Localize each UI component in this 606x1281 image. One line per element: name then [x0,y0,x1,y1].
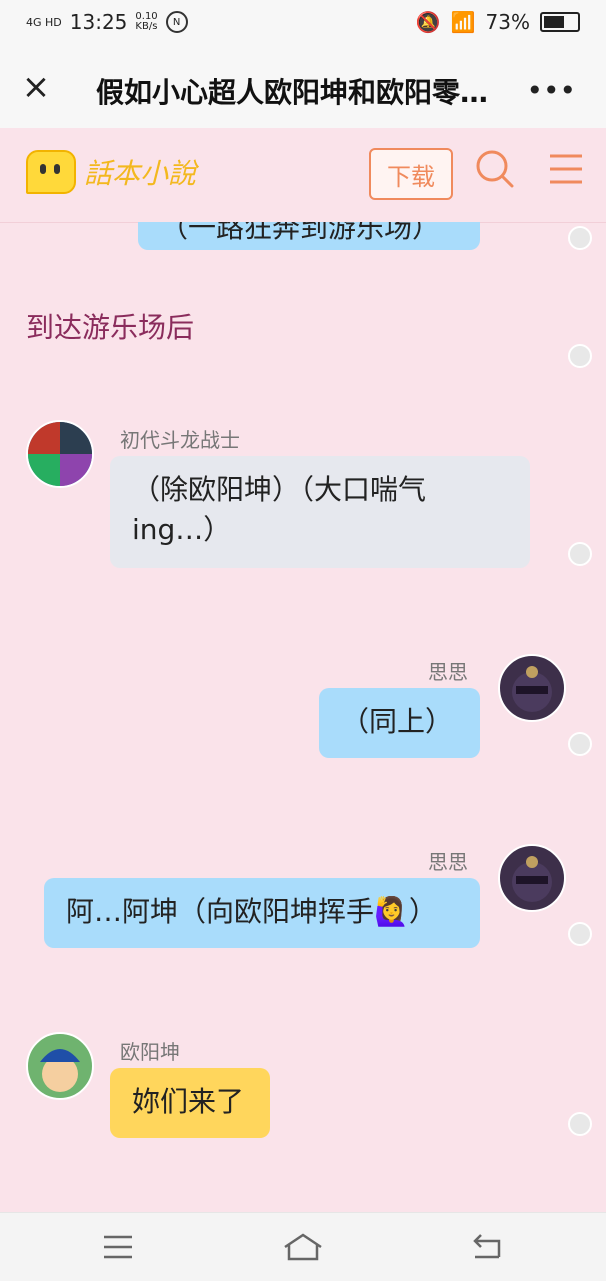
narration-text: 到达游乐场后 [26,311,195,344]
avatar[interactable] [498,844,566,912]
sender-name: 思思 [428,850,468,874]
site-logo[interactable]: 話本小說 [26,150,196,194]
avatar[interactable] [498,654,566,722]
wifi-icon: 📶 [450,10,476,34]
avatar-image [40,1049,80,1092]
logo-icon [26,150,76,194]
menu-nav-icon[interactable] [98,1231,138,1263]
logo-text: 話本小說 [84,157,197,190]
more-icon[interactable]: ••• [526,74,576,107]
chat-content[interactable]: （一路狂奔到游乐场） 到达游乐场后 初代斗龙战士 （除欧阳坤）（大口喘气ing…… [0,222,606,1212]
avatar-image [512,856,552,902]
message-dot[interactable] [568,226,592,250]
message-text: 阿…阿坤（向欧阳坤挥手🙋‍♀️） [66,895,437,928]
back-nav-icon[interactable] [467,1231,507,1263]
message-bubble: 阿…阿坤（向欧阳坤挥手🙋‍♀️） [44,878,480,948]
partial-message-text: （一路狂奔到游乐场） [160,222,441,244]
network-indicator: 4G HD [26,15,62,29]
status-time: 13:25 [69,10,128,34]
sender-name: 思思 [428,660,468,684]
sender-name: 初代斗龙战士 [120,428,240,452]
avatar[interactable] [26,420,94,488]
message-dot[interactable] [568,922,592,946]
avatar-image [512,666,552,712]
page-title: 假如小心超人欧阳坤和欧阳零… [96,76,489,109]
site-header: 話本小說 下载 [0,128,606,223]
message-text: 妳们来了 [132,1085,245,1118]
message-text: （同上） [341,705,454,738]
message-dot[interactable] [568,344,592,368]
avatar-image [28,422,92,486]
home-nav-icon[interactable] [283,1231,323,1263]
status-bar: 4G HD 13:25 0.10 KB/s N 🔕 📶 73% [0,0,606,48]
message-dot[interactable] [568,542,592,566]
battery-percent: 73% [485,10,530,34]
speed-unit: KB/s [135,21,158,32]
system-nav-bar [0,1212,606,1281]
sender-name: 欧阳坤 [120,1040,180,1064]
nfc-icon: N [165,11,188,33]
message-text: （除欧阳坤）（大口喘气ing…） [132,473,427,546]
battery-fill [544,16,565,28]
title-bar: × 假如小心超人欧阳坤和欧阳零… ••• [0,48,606,129]
mute-icon: 🔕 [415,10,441,34]
message-dot[interactable] [568,1112,592,1136]
message-bubble: 妳们来了 [110,1068,270,1138]
close-icon[interactable]: × [18,70,54,106]
menu-icon[interactable] [548,152,584,186]
message-bubble: （除欧阳坤）（大口喘气ing…） [110,456,530,568]
message-dot[interactable] [568,732,592,756]
avatar[interactable] [26,1032,94,1100]
network-speed: 0.10 KB/s [135,12,157,32]
search-icon[interactable] [474,148,514,188]
battery-icon [540,12,580,32]
message-bubble: （同上） [319,688,480,758]
download-button[interactable]: 下载 [369,148,453,200]
partial-message-bubble: （一路狂奔到游乐场） [138,222,480,250]
